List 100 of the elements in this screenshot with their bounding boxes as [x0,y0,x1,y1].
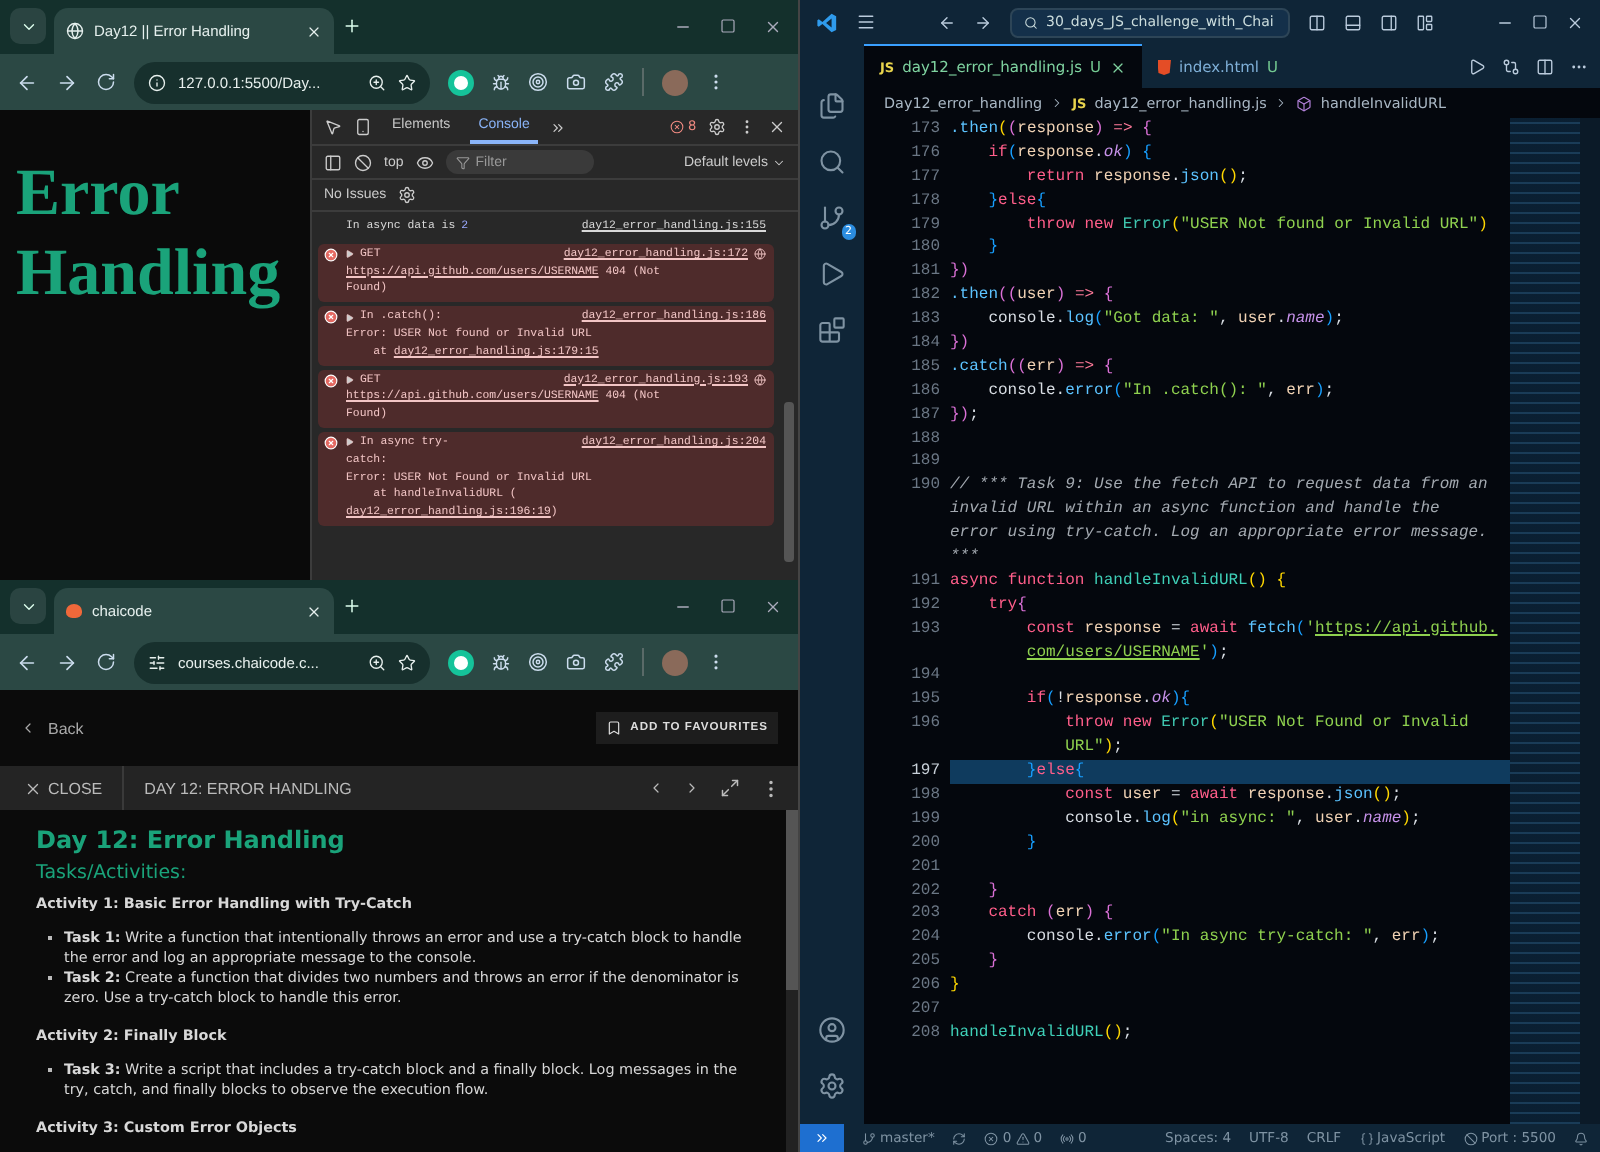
extensions-icon[interactable] [604,72,624,92]
line-number: 204 [909,926,940,951]
maximize-icon[interactable] [1532,14,1548,30]
camera-icon[interactable] [566,72,586,92]
error-icon [324,373,338,388]
scrollbar-thumb[interactable] [786,810,798,990]
back-icon[interactable] [16,71,38,93]
menu-icon[interactable] [856,12,876,32]
error-icon [670,120,685,134]
reload-icon[interactable] [96,72,116,92]
toggle-panel-icon[interactable] [1344,13,1362,31]
expand-triangle-icon[interactable] [346,250,354,259]
editor-logo [816,11,838,33]
back-icon[interactable] [16,651,38,673]
extension-circle-icon[interactable] [448,649,474,675]
sync-icon[interactable] [952,1131,967,1145]
code-line: console.log("in async: ", user.name); [1063,807,1423,832]
scrollbar-thumb[interactable] [784,402,794,562]
previous-icon[interactable] [648,780,664,796]
expand-triangle-icon[interactable] [346,438,354,447]
forward-icon[interactable] [56,651,78,673]
line-number: 190 [909,474,940,499]
info-icon [148,73,166,91]
more-tabs-icon[interactable] [549,119,566,135]
toggle-sidebar-icon[interactable] [1308,13,1326,31]
close-icon[interactable] [764,598,782,616]
close-icon[interactable] [1566,13,1584,31]
line-number: 196 [909,712,940,737]
code-line: console.log("Got data: ", user.name); [986,308,1346,333]
close-icon[interactable] [768,118,786,136]
zoom-icon [368,73,386,91]
line-number: 187 [909,403,940,428]
star-icon[interactable] [398,73,416,91]
target-icon[interactable] [528,652,548,672]
code-line: }else{ [986,189,1049,214]
line-number: 197 [909,760,940,784]
new-tab-icon[interactable] [342,595,362,615]
maximize-icon[interactable] [720,598,736,614]
code-line: .catch((err) => { [950,355,1116,380]
expand-triangle-icon[interactable] [346,375,354,384]
code-line: error using try-catch. Log an appropriate error message. [950,522,1490,547]
split-editor-icon[interactable] [1536,57,1554,75]
branch-icon [862,1131,876,1145]
code-line: } [1024,831,1039,856]
code-line: return response.json(); [1024,165,1250,190]
next-icon[interactable] [684,780,700,796]
layout-icon[interactable] [1416,13,1434,31]
reload-icon[interactable] [96,652,116,672]
device-icon[interactable] [354,118,372,136]
line-number: 181 [909,260,940,285]
settings-icon[interactable] [818,1072,846,1100]
source-control-icon[interactable] [818,204,846,232]
error-icon [324,247,338,262]
code-line: } [986,950,1001,975]
back-icon[interactable] [938,13,956,31]
settings-icon[interactable] [708,118,726,136]
run-icon[interactable] [1468,57,1486,75]
code-line: .then((response) => { [950,118,1154,142]
back-link[interactable]: Back [20,719,84,737]
toggle-secondary-sidebar-icon[interactable] [1380,13,1398,31]
run-debug-icon[interactable] [818,260,846,288]
extensions-icon[interactable] [604,652,624,672]
account-icon[interactable] [818,1016,846,1044]
line-number: 179 [909,213,940,237]
extension-circle-icon[interactable] [448,69,474,95]
explorer-icon[interactable] [818,92,846,120]
new-tab-icon[interactable] [342,15,362,35]
notifications-icon[interactable] [1574,1131,1588,1145]
camera-icon[interactable] [566,652,586,672]
forward-icon[interactable] [56,71,78,93]
extensions-icon[interactable] [818,316,846,344]
line-number: 200 [909,831,940,856]
code-line: throw new Error("USER Not Found or Invalid [1063,712,1471,737]
forward-icon[interactable] [974,13,992,31]
scrollbar[interactable] [786,810,798,1152]
tab-search-button[interactable] [10,8,46,44]
compare-icon[interactable] [1502,57,1520,75]
site-settings-icon [148,653,166,671]
inspect-icon[interactable] [324,118,342,136]
line-number: 173 [909,118,940,142]
code-line: }); [950,403,981,428]
html-file-icon [1157,59,1172,75]
expand-triangle-icon[interactable] [346,313,354,322]
close-button[interactable]: CLOSE [0,766,125,810]
settings-icon[interactable] [398,186,417,204]
clear-console-icon[interactable] [354,153,372,171]
site-logo-icon [66,604,82,618]
search-icon[interactable] [818,148,846,176]
eye-icon[interactable] [415,153,434,171]
maximize-icon[interactable] [720,18,736,34]
expand-icon[interactable] [720,778,740,798]
star-icon[interactable] [398,653,416,671]
chevron-right-icon [1274,96,1289,110]
code-line: }) [950,260,972,285]
target-icon[interactable] [528,72,548,92]
close-icon[interactable] [764,18,782,36]
sidebar-icon[interactable] [324,153,342,171]
line-number: 185 [909,355,940,380]
scrollbar[interactable] [1580,118,1600,1124]
tab-search-button[interactable] [10,588,46,624]
